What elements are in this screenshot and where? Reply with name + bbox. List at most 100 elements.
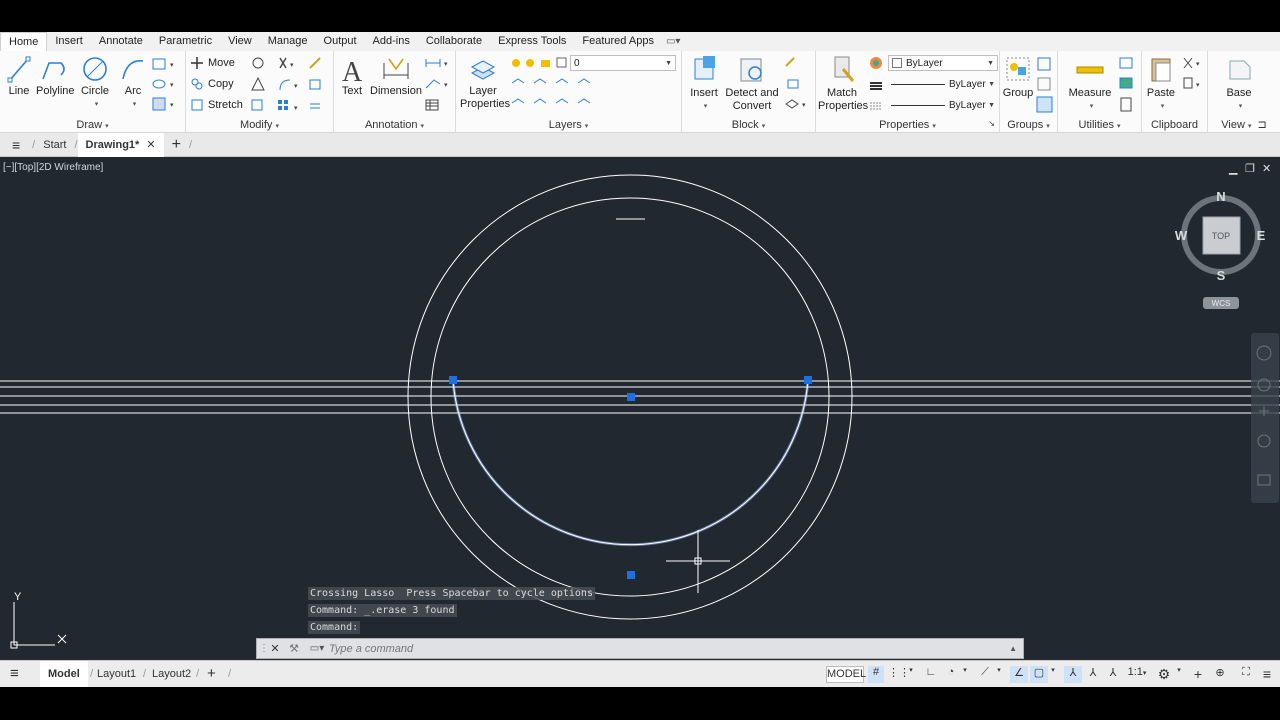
tab-insert[interactable]: Insert xyxy=(47,32,91,51)
match-properties-button[interactable]: Match Properties xyxy=(818,55,868,113)
dimension-button[interactable]: Dimension xyxy=(370,55,422,98)
scale-dropdown[interactable]: 1:1▾ xyxy=(1124,666,1150,683)
lineweight-dropdown[interactable]: ByLayer ▼ xyxy=(888,97,998,113)
customize-icon[interactable]: ⚒ xyxy=(283,642,305,655)
layout-tab-layout1[interactable]: Layout1 xyxy=(97,661,136,687)
auto-scale-icon[interactable]: ⅄ xyxy=(1084,666,1102,683)
new-tab-button[interactable]: + xyxy=(164,133,189,157)
navigation-bar[interactable] xyxy=(1251,333,1279,503)
clean-screen-icon[interactable]: ⛶ xyxy=(1236,666,1256,683)
base-button[interactable]: Base ▾ xyxy=(1222,55,1256,113)
utilities-panel-title[interactable]: Utilities ▾ xyxy=(1058,119,1141,131)
layer-dropdown[interactable]: 0 ▼ xyxy=(570,55,676,71)
arc-button[interactable]: Arc ▾ xyxy=(118,55,148,111)
layer-properties-button[interactable]: Layer Properties xyxy=(460,55,510,111)
workspace-gear-icon[interactable]: ⚙ xyxy=(1154,666,1174,683)
command-close-icon[interactable]: ✕ xyxy=(267,642,283,655)
grid-icon[interactable]: # xyxy=(868,666,884,683)
annotation-visibility-icon[interactable]: ⅄ xyxy=(1064,666,1082,683)
units-icon[interactable]: ⊕ xyxy=(1210,666,1230,683)
modify-panel-title[interactable]: Modify ▾ xyxy=(186,119,333,131)
new-layout-button[interactable]: + xyxy=(207,661,216,687)
layer-tools-icons[interactable] xyxy=(510,75,600,115)
command-history-toggle-icon[interactable]: ▲ xyxy=(1009,644,1017,653)
viewcube-north[interactable]: N xyxy=(1216,189,1225,204)
tab-featured-apps[interactable]: Featured Apps xyxy=(574,32,662,51)
annotation-panel-title[interactable]: Annotation ▾ xyxy=(334,119,455,131)
recent-commands-icon[interactable]: ▭▾ xyxy=(305,643,329,654)
layouts-menu-icon[interactable]: ≡ xyxy=(10,661,19,687)
block-panel-title[interactable]: Block ▾ xyxy=(682,119,815,131)
wcs-menu[interactable]: WCS xyxy=(1212,299,1231,308)
paste-button[interactable]: Paste ▾ xyxy=(1144,55,1178,113)
circle-button[interactable]: Circle ▾ xyxy=(80,55,110,111)
annotation-monitor-icon[interactable]: + xyxy=(1188,666,1208,683)
snap-icon[interactable]: ⋮⋮ xyxy=(888,666,910,683)
polyline-button[interactable]: Polyline xyxy=(36,55,75,98)
circle-dropdown-icon[interactable]: ▾ xyxy=(83,98,110,111)
arc-mid-grip[interactable] xyxy=(627,571,635,579)
arc-dropdown-icon[interactable]: ▾ xyxy=(121,98,148,111)
insert-button[interactable]: Insert ▾ xyxy=(686,55,722,113)
draw-panel-title[interactable]: Draw ▾ xyxy=(0,119,185,131)
ribbon-minimize-icon[interactable]: ▭▾ xyxy=(666,36,680,47)
properties-panel-title[interactable]: Properties ▾ ↘ xyxy=(816,119,999,131)
measure-button[interactable]: Measure ▾ xyxy=(1062,55,1118,113)
block-tools-icons[interactable]: ▾ xyxy=(784,56,812,114)
tab-home[interactable]: Home xyxy=(0,32,48,51)
stretch-button[interactable]: Stretch xyxy=(190,96,243,114)
arc-center-grip[interactable] xyxy=(627,393,635,401)
tab-parametric[interactable]: Parametric xyxy=(151,32,220,51)
arc-end-grip[interactable] xyxy=(804,376,812,384)
viewcube-east[interactable]: E xyxy=(1257,228,1266,243)
isodraft-icon[interactable]: ⟋ xyxy=(976,666,994,683)
tab-annotate[interactable]: Annotate xyxy=(91,32,151,51)
copy-button[interactable]: Copy xyxy=(190,75,234,93)
modify-tools-icons[interactable]: ▾ ▾ ▾ xyxy=(250,56,330,114)
arc-start-grip[interactable] xyxy=(449,376,457,384)
polar-icon[interactable]: ◔ xyxy=(942,666,960,683)
menu-icon[interactable]: ≡ xyxy=(0,133,32,157)
tab-collaborate[interactable]: Collaborate xyxy=(418,32,490,51)
layout-tab-model[interactable]: Model xyxy=(40,661,88,687)
file-tab-start[interactable]: Start xyxy=(35,133,74,157)
rectangle-icon[interactable]: ▾ xyxy=(152,57,178,71)
drawing-geometry[interactable]: Y TOP N S E W WCS xyxy=(0,157,1280,660)
cut-copy-icons[interactable]: ▾▾ xyxy=(1182,56,1206,96)
tab-manage[interactable]: Manage xyxy=(260,32,316,51)
command-input[interactable] xyxy=(329,642,929,655)
ortho-icon[interactable]: ∟ xyxy=(922,666,940,683)
clipboard-panel-title[interactable]: Clipboard xyxy=(1142,119,1207,131)
file-tab-drawing[interactable]: Drawing1* ✕ xyxy=(77,132,164,157)
object-snap-icon[interactable]: ▢ xyxy=(1030,666,1048,683)
move-button[interactable]: Move xyxy=(190,54,235,72)
viewcube-top-face[interactable]: TOP xyxy=(1212,231,1230,241)
linetype-dropdown[interactable]: ByLayer ▼ xyxy=(888,76,998,92)
utility-tools-icons[interactable] xyxy=(1118,56,1138,114)
tab-view[interactable]: View xyxy=(220,32,260,51)
gradient-icon[interactable]: ▾ xyxy=(152,97,178,111)
viewcube-west[interactable]: W xyxy=(1175,228,1188,243)
drawing-canvas[interactable]: [−][Top][2D Wireframe] ▁ ❐ ✕ Y TOP N S E… xyxy=(0,157,1280,660)
detect-convert-button[interactable]: Detect and Convert xyxy=(724,55,780,113)
line-button[interactable]: Line xyxy=(6,55,32,98)
command-grip-icon[interactable]: ⋮ xyxy=(259,643,269,654)
layout-tab-layout2[interactable]: Layout2 xyxy=(152,661,191,687)
model-space-toggle[interactable]: MODEL xyxy=(826,666,866,683)
view-panel-title[interactable]: View ▾ ⊐ xyxy=(1208,118,1280,131)
hatch-icon[interactable]: ▾ xyxy=(152,77,178,91)
layers-panel-title[interactable]: Layers ▾ xyxy=(456,119,681,131)
annotation-scale-icon[interactable]: ⅄ xyxy=(1104,666,1122,683)
customization-icon[interactable]: ≡ xyxy=(1258,666,1276,683)
annotation-tools-icons[interactable]: ▾ ▾ xyxy=(424,56,452,114)
group-tools-icons[interactable] xyxy=(1036,56,1054,114)
close-tab-icon[interactable]: ✕ xyxy=(146,139,155,151)
text-button[interactable]: A Text xyxy=(338,55,366,98)
tab-add-ins[interactable]: Add-ins xyxy=(365,32,418,51)
group-button[interactable]: Group xyxy=(1002,55,1034,100)
groups-panel-title[interactable]: Groups ▾ xyxy=(1000,119,1057,131)
tab-express-tools[interactable]: Express Tools xyxy=(490,32,574,51)
color-dropdown[interactable]: ByLayer ▼ xyxy=(888,55,998,71)
viewcube-south[interactable]: S xyxy=(1217,268,1226,283)
tab-output[interactable]: Output xyxy=(316,32,365,51)
